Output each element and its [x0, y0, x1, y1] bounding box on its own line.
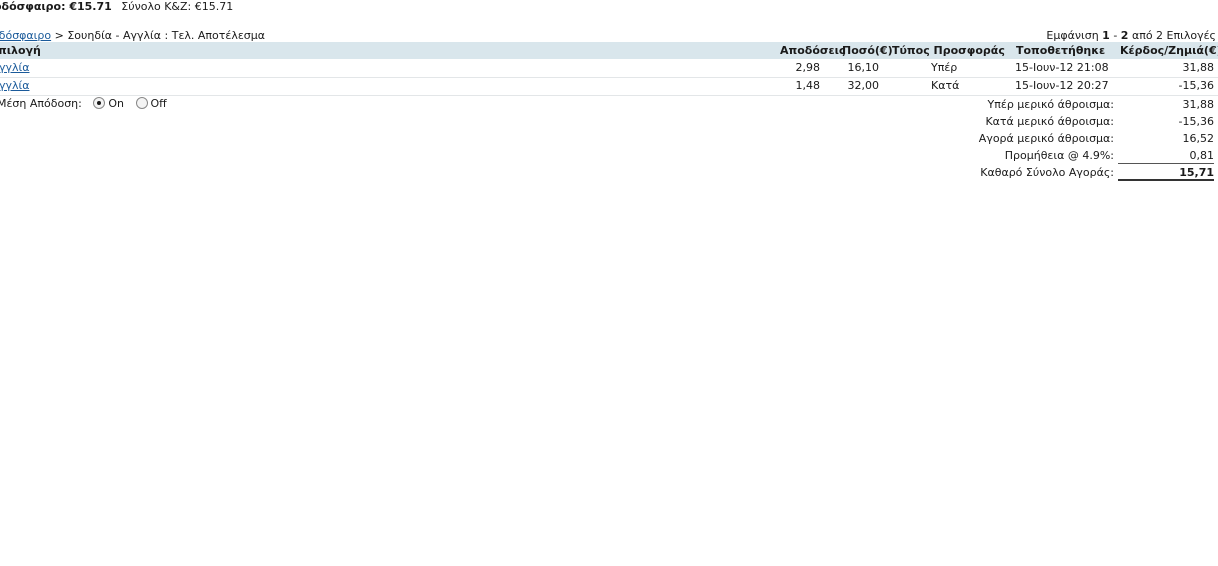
back-subtotal-row: Υπέρ μερικό άθροισμα: 31,88: [987, 98, 1214, 111]
breadcrumb: οδόσφαιρο > Σουηδία - Αγγλία : Τελ. Αποτ…: [0, 29, 265, 42]
header-amount: Ποσό(€): [842, 44, 893, 57]
header-pl: Κέρδος/Ζημιά(€): [1120, 44, 1218, 57]
table-row: γγλία 2,98 16,10 Υπέρ 15-Ιουν-12 21:08 3…: [0, 59, 1218, 78]
header-offer-type: Τύπος Προσφοράς: [892, 44, 1005, 57]
selection-link[interactable]: γγλία: [0, 61, 30, 74]
amount-cell: 16,10: [847, 61, 880, 74]
odds-cell: 2,98: [795, 61, 821, 74]
amount-cell: 32,00: [847, 79, 880, 92]
header-placed: Τοποθετήθηκε: [1016, 44, 1106, 57]
placed-cell: 15-Ιουν-12 21:08: [1015, 61, 1109, 74]
header-selection: πιλογή: [0, 44, 41, 57]
average-odds-label: Μέση Απόδοση:: [0, 97, 82, 110]
pl-cell: 31,88: [1182, 61, 1215, 74]
commission-row: Προμήθεια @ 4.9%: 0,81: [1004, 149, 1214, 164]
account-summary: οδόσφαιρο: €15.71 Σύνολο Κ&Ζ: €15.71: [0, 0, 233, 13]
type-cell: Υπέρ: [931, 61, 958, 74]
lay-subtotal-row: Κατά μερικό άθροισμα: -15,36: [985, 115, 1214, 128]
pl-label: Σύνολο Κ&Ζ:: [121, 0, 192, 13]
average-odds-off-label[interactable]: Off: [151, 97, 167, 110]
market-total: οδόσφαιρο: €15.71: [0, 0, 112, 13]
type-cell: Κατά: [931, 79, 960, 92]
header-odds: Αποδόσεις: [780, 44, 846, 57]
pl-value: €15.71: [194, 0, 234, 13]
breadcrumb-link-football[interactable]: οδόσφαιρο: [0, 29, 51, 42]
table-row: γγλία 1,48 32,00 Κατά 15-Ιουν-12 20:27 -…: [0, 77, 1218, 96]
paging-info: Εμφάνιση 1 - 2 από 2 Επιλογές: [1046, 29, 1216, 42]
net-market-total-row: Καθαρό Σύνολο Αγοράς: 15,71: [980, 166, 1214, 181]
table-header: πιλογή Αποδόσεις Ποσό(€) Τύπος Προσφοράς…: [0, 42, 1218, 59]
breadcrumb-current: > Σουηδία - Αγγλία : Τελ. Αποτέλεσμα: [51, 29, 266, 42]
totals-panel: Υπέρ μερικό άθροισμα: 31,88 Κατά μερικό …: [958, 96, 1218, 181]
average-odds-off-radio[interactable]: [135, 97, 148, 109]
average-odds-on-label[interactable]: On: [108, 97, 124, 110]
market-subtotal-row: Αγορά μερικό άθροισμα: 16,52: [978, 132, 1214, 145]
pl-cell: -15,36: [1178, 79, 1214, 92]
average-odds-on-radio[interactable]: [93, 97, 106, 109]
average-odds-toggle: Μέση Απόδοση: On Off: [0, 97, 167, 110]
placed-cell: 15-Ιουν-12 20:27: [1015, 79, 1109, 92]
odds-cell: 1,48: [795, 79, 821, 92]
selection-link[interactable]: γγλία: [0, 79, 30, 92]
